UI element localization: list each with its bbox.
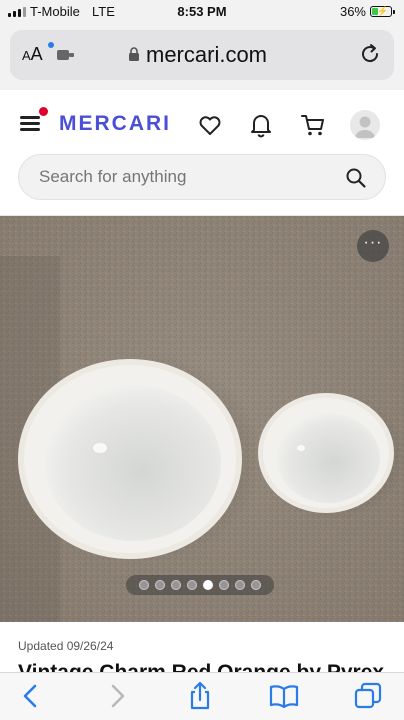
more-options-button[interactable]: ··· (357, 230, 389, 262)
reload-icon[interactable] (358, 42, 382, 66)
browser-address-area: AA mercari.com (0, 24, 404, 90)
product-photo (0, 216, 404, 622)
pagination-dot[interactable] (171, 580, 181, 590)
avatar-icon[interactable] (350, 110, 380, 140)
pagination-dot[interactable] (139, 580, 149, 590)
url-text[interactable]: mercari.com (146, 42, 267, 68)
pagination-dot[interactable] (235, 580, 245, 590)
status-bar: T-Mobile LTE 8:53 PM 36% ⚡ (0, 0, 404, 24)
lock-icon (129, 47, 139, 61)
reader-indicator-dot (48, 42, 54, 48)
charging-bolt-icon: ⚡ (377, 6, 389, 16)
bookmarks-icon[interactable] (269, 681, 299, 711)
extension-icon[interactable] (56, 47, 76, 63)
battery-icon: ⚡ (370, 6, 395, 17)
mercari-logo[interactable]: MERCARI (59, 112, 171, 136)
site-header: MERCARI (0, 90, 404, 216)
menu-icon[interactable] (20, 116, 42, 132)
pagination-dot[interactable] (219, 580, 229, 590)
share-icon[interactable] (185, 681, 215, 711)
forward-icon[interactable] (102, 681, 132, 711)
image-pagination[interactable] (126, 575, 274, 595)
search-icon[interactable] (345, 167, 367, 189)
pagination-dot[interactable] (187, 580, 197, 590)
pagination-dot[interactable] (155, 580, 165, 590)
text-size-button[interactable]: AA (22, 44, 43, 65)
battery-percent: 36% (339, 4, 366, 19)
address-bar[interactable]: AA mercari.com (10, 30, 394, 80)
back-icon[interactable] (16, 681, 46, 711)
notification-dot (39, 107, 48, 116)
cart-icon[interactable] (300, 112, 326, 138)
search-input[interactable] (39, 167, 319, 187)
browser-toolbar (0, 672, 404, 720)
tabs-icon[interactable] (353, 681, 383, 711)
pagination-dot[interactable] (251, 580, 261, 590)
product-image[interactable] (0, 216, 404, 622)
bell-icon[interactable] (248, 112, 274, 138)
pagination-dot[interactable] (203, 580, 213, 590)
heart-icon[interactable] (197, 112, 223, 138)
search-bar[interactable] (18, 154, 386, 200)
updated-date: Updated 09/26/24 (18, 639, 114, 653)
